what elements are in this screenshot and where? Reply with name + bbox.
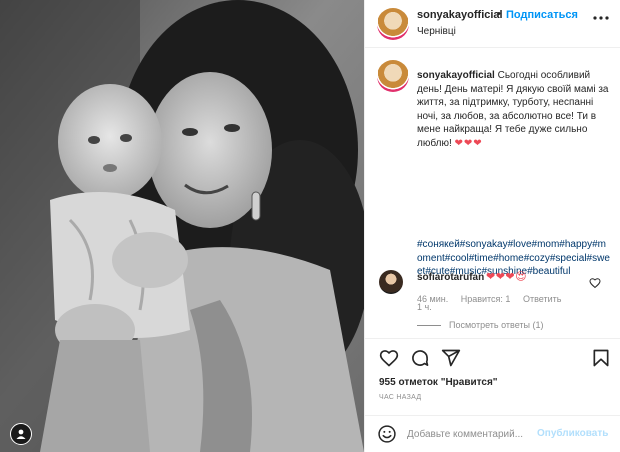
author-avatar[interactable] [377, 8, 409, 40]
post-photo[interactable] [0, 0, 364, 452]
comment-meta: 46 мин. Нравится: 1 Ответить [417, 294, 571, 304]
comment-icon[interactable] [408, 346, 432, 370]
comment-input[interactable] [407, 426, 537, 442]
commenter-username[interactable]: sofiarotarufan [417, 272, 484, 283]
caption-hearts: ❤❤❤ [454, 137, 483, 149]
caption-username[interactable]: sonyakayofficial [417, 70, 495, 81]
post-actions-bar [365, 346, 620, 372]
post-header: sonyakayofficial • Подписаться Чернівці [365, 0, 620, 48]
caption-text-block: sonyakayofficial Сьогодні особливий день… [417, 69, 611, 150]
comment-likes-count[interactable]: Нравится: 1 [461, 294, 511, 304]
reply-button[interactable]: Ответить [523, 294, 561, 304]
actions-divider [365, 338, 620, 339]
commenter-avatar[interactable] [379, 270, 403, 294]
add-comment-bar: Опубликовать [365, 415, 620, 452]
emoji-icon[interactable] [377, 424, 397, 444]
view-replies-button[interactable]: Посмотреть ответы (1) [417, 320, 544, 330]
view-replies-label: Посмотреть ответы (1) [449, 320, 544, 330]
bookmark-icon[interactable] [589, 346, 613, 370]
likes-count[interactable]: 955 отметок "Нравится" [379, 377, 498, 388]
comment-age: 46 мин. [417, 294, 449, 304]
user-tag-icon[interactable] [10, 423, 32, 445]
replies-divider-line [417, 324, 441, 326]
caption-avatar[interactable] [377, 60, 409, 92]
comment-like-heart-icon[interactable] [589, 276, 601, 289]
post-comment-button[interactable]: Опубликовать [537, 428, 608, 439]
author-username[interactable]: sonyakayofficial [417, 9, 503, 21]
post-location[interactable]: Чернівці [417, 26, 456, 37]
follow-button[interactable]: Подписаться [506, 9, 578, 21]
comment-text: ❤❤❤😍 [486, 271, 528, 283]
share-icon[interactable] [439, 346, 463, 370]
post-side-panel: sonyakayofficial • Подписаться Чернівці … [364, 0, 620, 452]
more-options-icon[interactable] [591, 10, 611, 26]
header-separator: • [497, 8, 501, 20]
photo-illustration [0, 0, 364, 452]
heart-icon[interactable] [377, 346, 401, 370]
caption-text: Сьогодні особливий день! День матері! Я … [417, 70, 609, 149]
post-timestamp: ЧАС НАЗАД [379, 394, 422, 401]
